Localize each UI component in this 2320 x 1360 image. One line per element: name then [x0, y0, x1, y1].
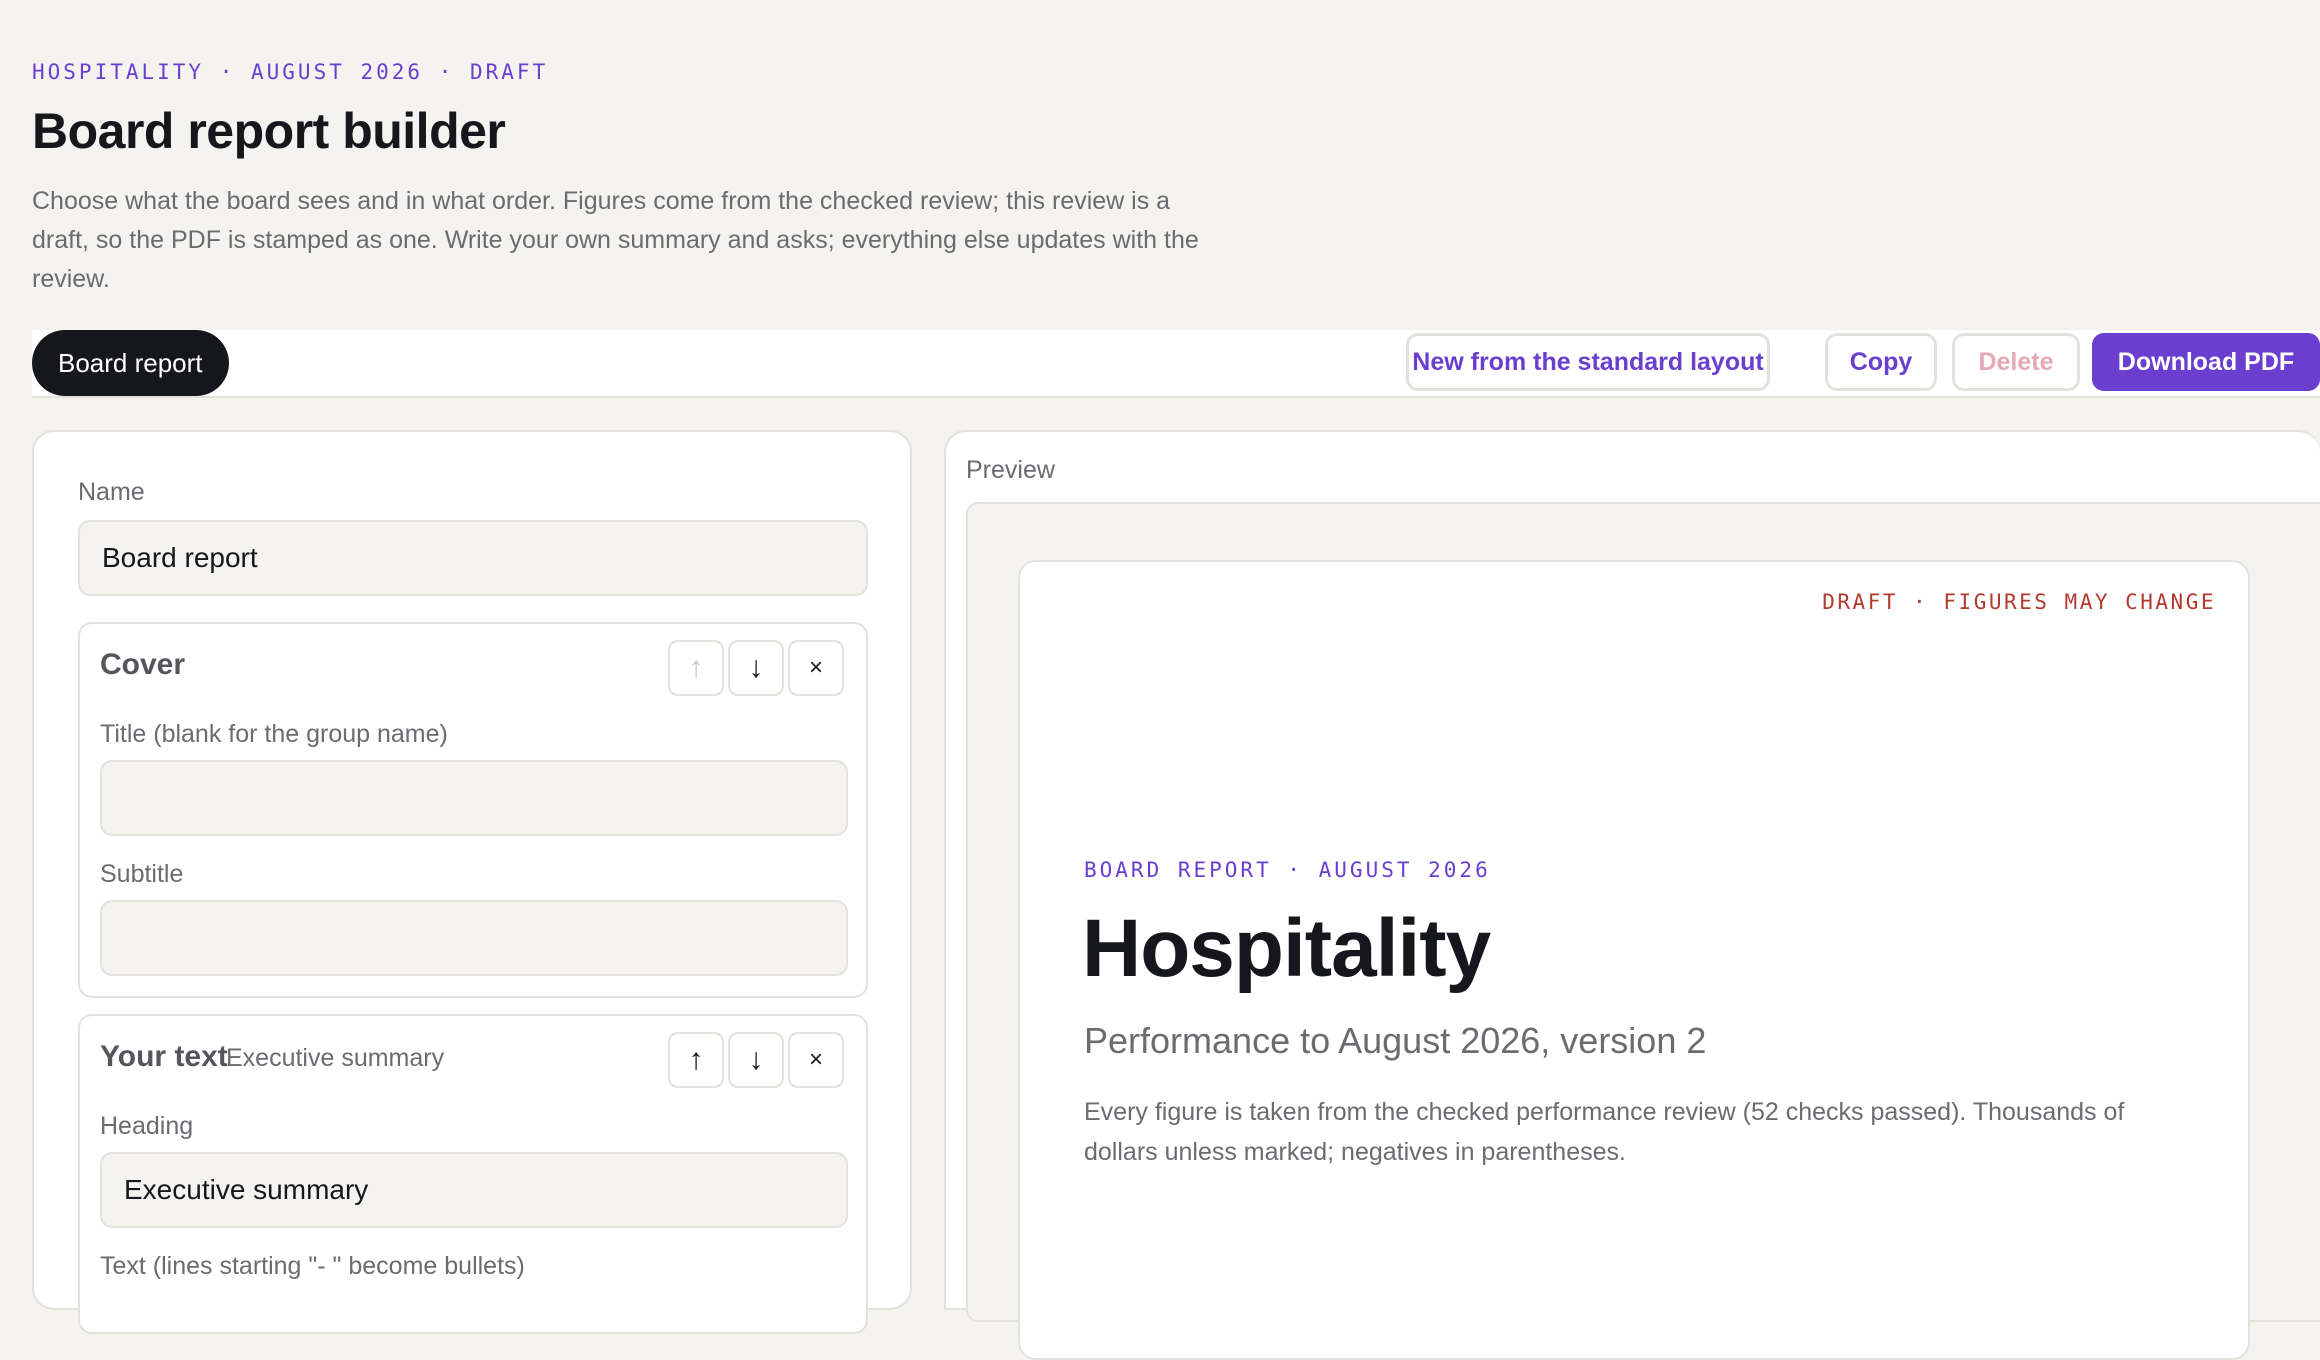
arrow-up-icon: ↑: [688, 1043, 704, 1076]
report-intro-text: Every figure is taken from the checked p…: [1084, 1098, 2125, 1166]
draft-stamp: DRAFT · FIGURES MAY CHANGE: [1822, 590, 2216, 614]
move-down-button[interactable]: ↓: [728, 640, 784, 696]
cover-subtitle-label: Subtitle: [100, 860, 184, 888]
name-input[interactable]: Board report: [78, 520, 868, 596]
report-eyebrow: BOARD REPORT · AUGUST 2026: [1084, 858, 1491, 882]
your-text-section: Your text Executive summary ↑ ↓ × Headin…: [78, 1014, 868, 1334]
new-from-standard-layout-button[interactable]: New from the standard layout: [1406, 333, 1770, 391]
preview-canvas[interactable]: DRAFT · FIGURES MAY CHANGE BOARD REPORT …: [966, 502, 2320, 1360]
cover-section-title: Cover: [100, 648, 186, 681]
toolbar: Board report New from the standard layou…: [32, 330, 2320, 398]
tab-board-report[interactable]: Board report: [32, 330, 229, 396]
page-title: Board report builder: [32, 103, 506, 159]
your-text-section-subtitle: Executive summary: [226, 1044, 445, 1072]
name-label: Name: [78, 478, 145, 506]
breadcrumb-eyebrow: HOSPITALITY · AUGUST 2026 · DRAFT: [32, 60, 549, 84]
move-up-button: ↑: [668, 640, 724, 696]
preview-label: Preview: [966, 456, 1055, 484]
arrow-down-icon: ↓: [748, 651, 764, 684]
cover-subtitle-input[interactable]: [100, 900, 848, 976]
copy-button[interactable]: Copy: [1825, 333, 1937, 391]
download-pdf-button[interactable]: Download PDF: [2092, 333, 2320, 391]
arrow-down-icon: ↓: [748, 1043, 764, 1076]
heading-input[interactable]: Executive summary: [100, 1152, 848, 1228]
remove-section-button[interactable]: ×: [788, 640, 844, 696]
close-icon: ×: [808, 654, 823, 681]
cover-title-label: Title (blank for the group name): [100, 720, 448, 748]
report-subtitle: Performance to August 2026, version 2: [1084, 1020, 1707, 1061]
report-editor-panel: Name Board report Cover ↑ ↓ × Title (bla…: [32, 430, 912, 1334]
arrow-up-icon: ↑: [688, 651, 704, 684]
preview-panel: Preview DRAFT · FIGURES MAY CHANGE BOARD…: [944, 430, 2320, 1360]
cover-section: Cover ↑ ↓ × Title (blank for the group n…: [78, 622, 868, 998]
remove-section-button[interactable]: ×: [788, 1032, 844, 1088]
move-down-button[interactable]: ↓: [728, 1032, 784, 1088]
text-field-label: Text (lines starting "- " become bullets…: [100, 1252, 525, 1280]
report-page-preview: DRAFT · FIGURES MAY CHANGE BOARD REPORT …: [1018, 560, 2250, 1360]
page-intro: Choose what the board sees and in what o…: [32, 187, 1199, 293]
cover-title-input[interactable]: [100, 760, 848, 836]
move-up-button[interactable]: ↑: [668, 1032, 724, 1088]
your-text-section-title: Your text: [100, 1040, 228, 1073]
delete-button: Delete: [1952, 333, 2080, 391]
close-icon: ×: [808, 1046, 823, 1073]
report-title: Hospitality: [1082, 903, 1491, 994]
heading-label: Heading: [100, 1112, 194, 1140]
